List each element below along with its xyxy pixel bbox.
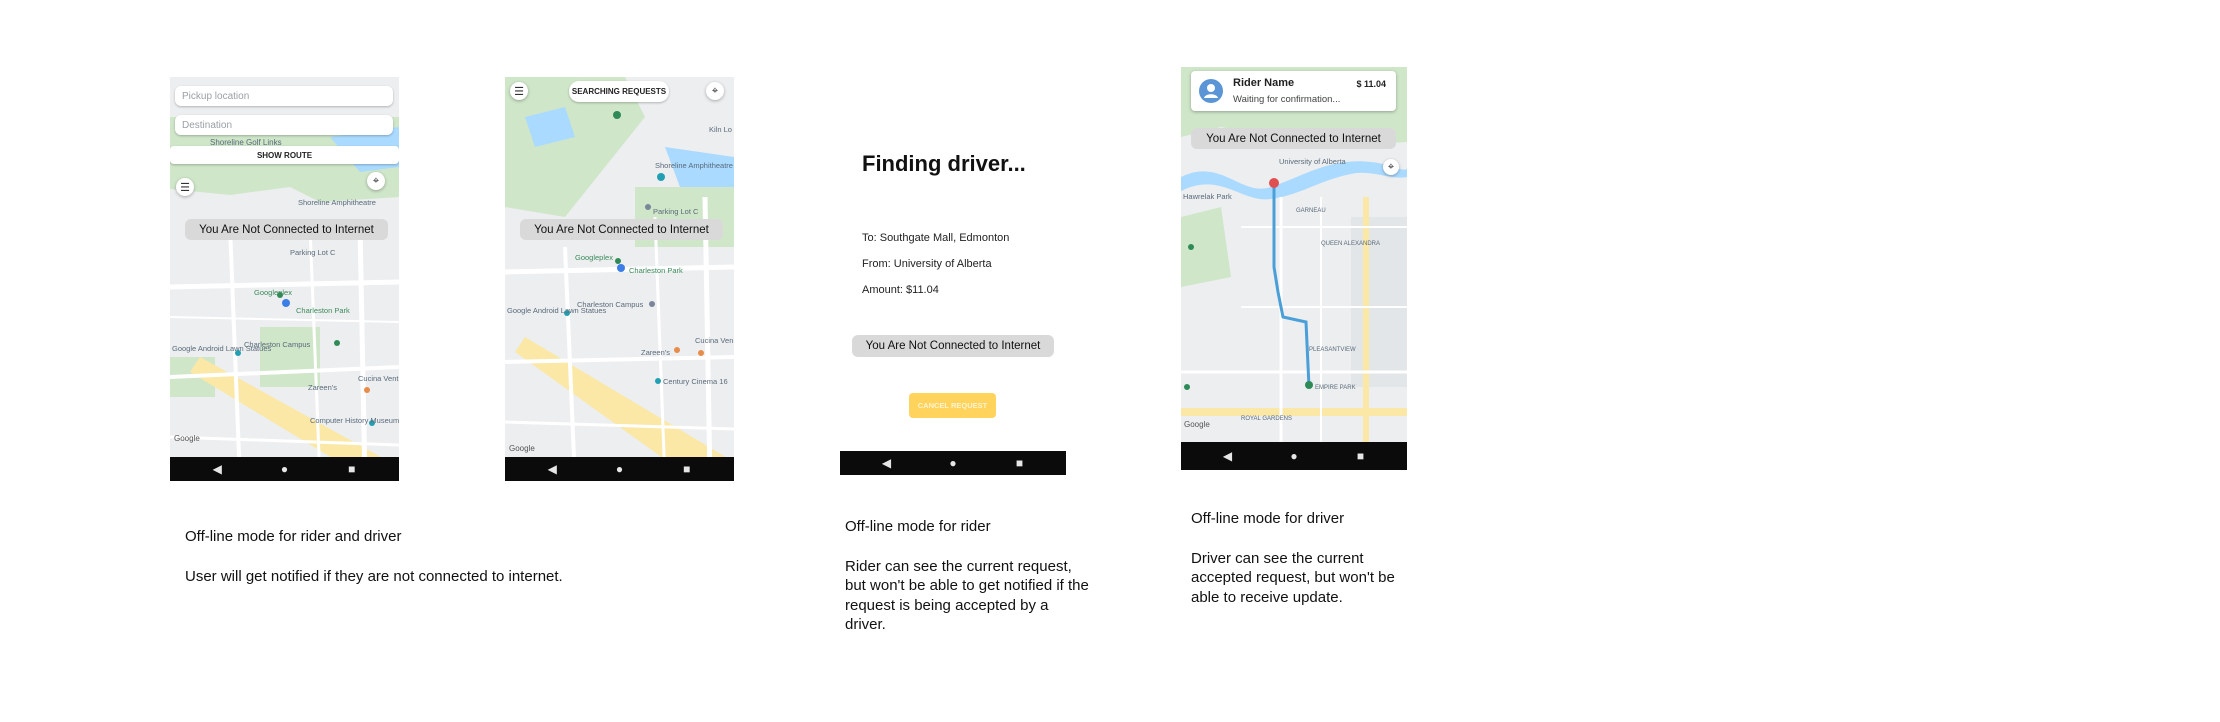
avatar xyxy=(1199,79,1223,103)
map-label: University of Alberta xyxy=(1279,157,1347,166)
map-label: Charleston Park xyxy=(296,306,350,315)
map-label: ROYAL GARDENS xyxy=(1241,416,1292,422)
map-label: Googleplex xyxy=(575,253,613,262)
map-label: Cucina Ven xyxy=(695,336,733,345)
home-icon[interactable]: ● xyxy=(933,456,973,470)
caption-body: User will get notified if they are not c… xyxy=(185,567,563,585)
map-label: Cucina Venti xyxy=(358,374,399,383)
menu-icon[interactable]: ☰ xyxy=(176,178,194,196)
offline-banner: You Are Not Connected to Internet xyxy=(1191,128,1396,149)
amount-text: Amount: $11.04 xyxy=(862,284,939,296)
caption-body: Rider can see the current request, but w… xyxy=(845,557,1089,634)
android-nav-bar: ◀ ● ■ xyxy=(170,457,399,481)
destination-text: To: Southgate Mall, Edmonton xyxy=(862,232,1010,244)
map-label: Kiln Lo xyxy=(709,125,732,134)
destination-input[interactable]: Destination xyxy=(175,115,393,135)
recents-icon[interactable]: ■ xyxy=(667,462,707,476)
rider-name: Rider Name xyxy=(1233,77,1295,89)
my-location-icon[interactable]: ⌖ xyxy=(706,82,724,100)
map-label: Century Cinema 16 xyxy=(663,377,728,386)
offline-banner: You Are Not Connected to Internet xyxy=(520,219,723,240)
back-icon[interactable]: ◀ xyxy=(867,456,907,470)
map-label: Computer History Museum xyxy=(310,416,399,425)
map-label: PLEASANTVIEW xyxy=(1309,347,1356,353)
rider-status: Waiting for confirmation... xyxy=(1233,94,1341,105)
back-icon[interactable]: ◀ xyxy=(197,462,237,476)
home-icon[interactable]: ● xyxy=(265,462,305,476)
map-view[interactable]: Shoreline Amphitheatre Parking Lot C Goo… xyxy=(170,77,399,481)
map-label: Shoreline Amphitheatre xyxy=(298,198,376,207)
show-route-button[interactable]: SHOW ROUTE xyxy=(170,146,399,164)
phone-screen-driver-accepted: University of Alberta Hawrelak Park GARN… xyxy=(1181,67,1407,470)
caption-rider-and-driver: Off-line mode for rider and driver User … xyxy=(185,527,665,586)
caption-title: Off-line mode for driver xyxy=(1191,510,1345,527)
caption-body: Driver can see the current accepted requ… xyxy=(1191,549,1395,606)
phone-screen-driver-searching: Kiln Lo Shoreline Amphitheatre Parking L… xyxy=(505,77,734,481)
offline-banner: You Are Not Connected to Internet xyxy=(852,335,1054,357)
home-icon[interactable]: ● xyxy=(600,462,640,476)
person-icon xyxy=(1204,84,1218,98)
fare-price: $ 11.04 xyxy=(1356,79,1386,89)
caption-title: Off-line mode for rider xyxy=(845,518,991,535)
back-icon[interactable]: ◀ xyxy=(532,462,572,476)
my-location-icon[interactable]: ⌖ xyxy=(367,172,385,190)
phone-screen-finding-driver: Finding driver... To: Southgate Mall, Ed… xyxy=(840,135,1066,475)
google-logo: Google xyxy=(1184,420,1210,429)
caption-rider: Off-line mode for rider Rider can see th… xyxy=(845,517,1090,635)
my-location-icon[interactable]: ⌖ xyxy=(1383,159,1399,175)
pickup-location-input[interactable]: Pickup location xyxy=(175,86,393,106)
rider-card[interactable]: Rider Name Waiting for confirmation... $… xyxy=(1191,71,1396,111)
map-label: Charleston Campus xyxy=(577,300,644,309)
map-label: Zareen's xyxy=(308,383,337,392)
home-icon[interactable]: ● xyxy=(1274,449,1314,463)
finding-driver-title: Finding driver... xyxy=(862,151,1026,176)
map-label: Parking Lot C xyxy=(653,207,699,216)
searching-requests-button[interactable]: SEARCHING REQUESTS xyxy=(569,81,669,102)
recents-icon[interactable]: ■ xyxy=(1000,456,1040,470)
map-label: Charleston Park xyxy=(629,266,683,275)
map-label: Shoreline Amphitheatre xyxy=(655,161,733,170)
origin-text: From: University of Alberta xyxy=(862,258,992,270)
offline-banner: You Are Not Connected to Internet xyxy=(185,219,388,240)
menu-icon[interactable]: ☰ xyxy=(510,82,528,100)
map-label: QUEEN ALEXANDRA xyxy=(1321,241,1380,247)
map-label: EMPIRE PARK xyxy=(1315,385,1356,391)
map-label: Charleston Campus xyxy=(244,340,311,349)
android-nav-bar: ◀ ● ■ xyxy=(1181,442,1407,470)
cancel-request-button[interactable]: CANCEL REQUEST xyxy=(909,393,996,418)
map-label: Hawrelak Park xyxy=(1183,192,1232,201)
caption-driver: Off-line mode for driver Driver can see … xyxy=(1191,509,1416,607)
android-nav-bar: ◀ ● ■ xyxy=(505,457,734,481)
google-logo: Google xyxy=(174,434,200,443)
phone-screen-rider-home: Shoreline Amphitheatre Parking Lot C Goo… xyxy=(170,77,399,481)
recents-icon[interactable]: ■ xyxy=(332,462,372,476)
back-icon[interactable]: ◀ xyxy=(1208,449,1248,463)
map-label: Zareen's xyxy=(641,348,670,357)
android-nav-bar: ◀ ● ■ xyxy=(840,451,1066,475)
caption-title: Off-line mode for rider and driver xyxy=(185,528,402,545)
recents-icon[interactable]: ■ xyxy=(1341,449,1381,463)
map-label: Parking Lot C xyxy=(290,248,336,257)
google-logo: Google xyxy=(509,444,535,453)
map-view[interactable]: Kiln Lo Shoreline Amphitheatre Parking L… xyxy=(505,77,734,481)
map-label: Googleplex xyxy=(254,288,292,297)
map-label: GARNEAU xyxy=(1296,208,1326,214)
